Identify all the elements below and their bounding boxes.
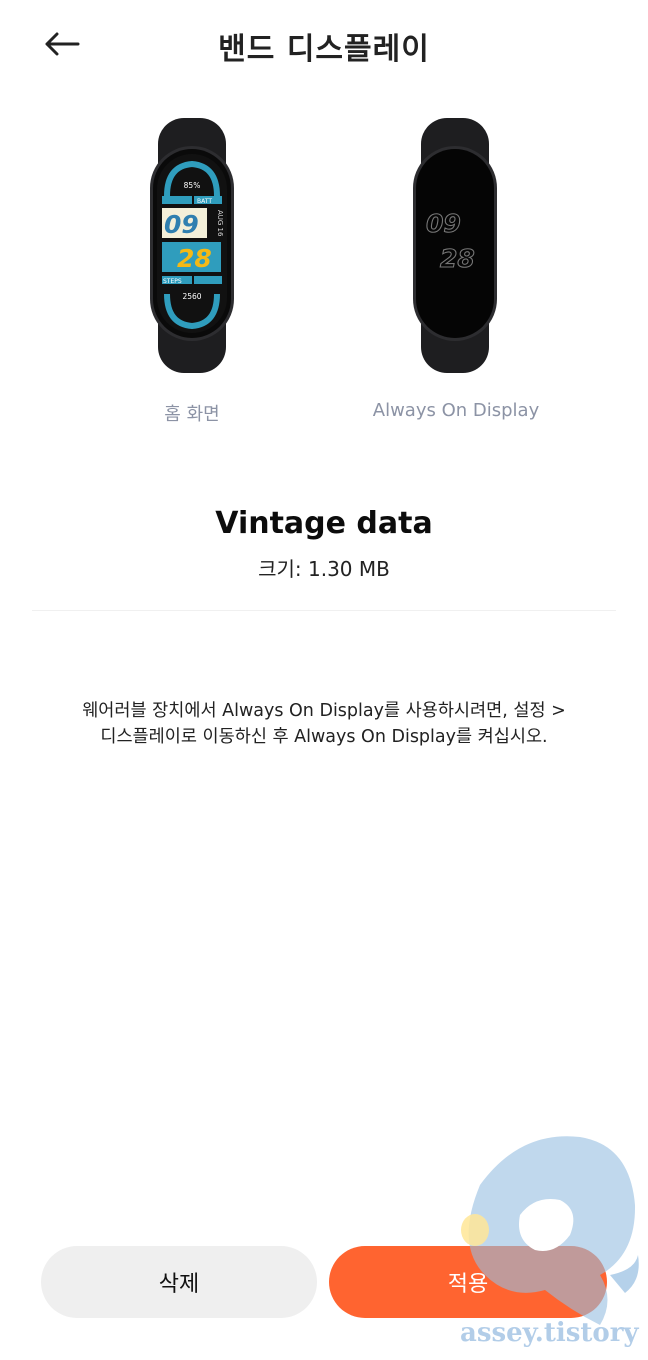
aod-instructions-line-1: 웨어러블 장치에서 Always On Display를 사용하시려면, 설정 …: [82, 701, 566, 721]
delete-button[interactable]: 삭제: [41, 1246, 317, 1318]
band-image: 85% BATT 09 AUG 16 28 STEPS 2560: [150, 118, 234, 373]
home-screen-preview[interactable]: 85% BATT 09 AUG 16 28 STEPS 2560: [147, 118, 237, 373]
band-display-screen: 밴드 디스플레이 85% BATT 09 AUG 16 28 STEPS 256…: [0, 0, 648, 1360]
watermark-text: assey.tistory: [460, 1318, 639, 1348]
aod-instructions-line-2: 디스플레이로 이동하신 후 Always On Display를 켜십시오.: [100, 727, 548, 747]
home-date: AUG 16: [216, 210, 224, 237]
home-screen-label: 홈 화면: [164, 404, 220, 425]
steps-label: STEPS: [163, 278, 182, 285]
watch-face-size: 크기: 1.30 MB: [258, 557, 390, 581]
aod-hour: 09: [426, 209, 461, 238]
home-hour: 09: [164, 210, 199, 239]
aod-preview[interactable]: 09 28: [410, 118, 500, 373]
aod-label: Always On Display: [372, 400, 540, 421]
band-image: 09 28: [413, 118, 497, 373]
aod-instructions: 웨어러블 장치에서 Always On Display를 사용하시려면, 설정 …: [60, 698, 588, 750]
home-minute: 28: [177, 244, 212, 273]
steps-value: 2560: [182, 292, 201, 301]
batt-label: BATT: [197, 198, 212, 205]
page-title: 밴드 디스플레이: [218, 32, 430, 67]
divider: [32, 610, 616, 611]
aod-minute: 28: [440, 244, 475, 273]
watch-face-name: Vintage data: [215, 506, 433, 541]
battery-percent: 85%: [184, 181, 201, 190]
